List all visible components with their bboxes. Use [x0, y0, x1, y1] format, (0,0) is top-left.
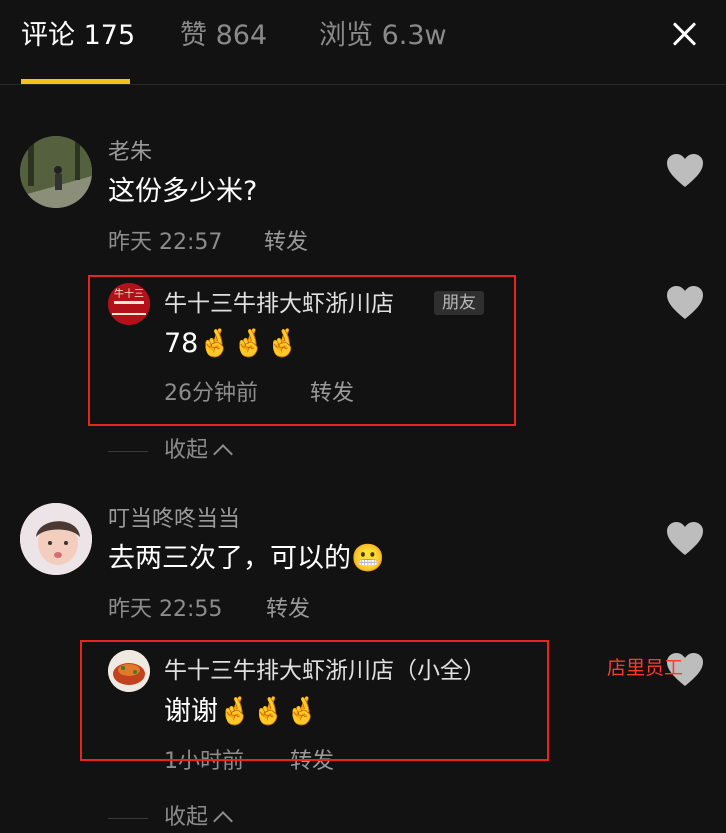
tabs-divider: [0, 84, 726, 85]
avatar[interactable]: [20, 136, 92, 208]
comment-text: 这份多少米?: [108, 176, 258, 207]
like-heart-icon[interactable]: [666, 521, 704, 557]
collapse-divider: [108, 818, 148, 819]
collapse-divider: [108, 451, 148, 452]
collapse-label: 收起: [164, 438, 209, 463]
comment-time: 昨天 22:55: [108, 597, 223, 622]
comment-tabs: 评论 175 赞 864 浏览 6.3w: [0, 0, 726, 84]
tab-comments[interactable]: 评论 175: [21, 18, 135, 54]
collapse-replies-button[interactable]: 收起: [164, 804, 233, 832]
like-heart-icon[interactable]: [666, 285, 704, 321]
forward-button[interactable]: 转发: [266, 596, 310, 624]
forward-button[interactable]: 转发: [264, 229, 308, 257]
comment-text: 去两三次了，可以的😬: [108, 543, 385, 574]
highlight-box: [80, 640, 549, 761]
comment-author[interactable]: 叮当咚咚当当: [108, 506, 240, 534]
highlight-box: [88, 275, 516, 426]
close-icon[interactable]: [668, 18, 700, 50]
chevron-up-icon: [213, 811, 233, 831]
avatar[interactable]: [20, 503, 92, 575]
tab-likes[interactable]: 赞 864: [180, 18, 267, 54]
collapse-label: 收起: [164, 805, 209, 830]
like-heart-icon[interactable]: [666, 153, 704, 189]
comment-author[interactable]: 老朱: [108, 139, 152, 167]
collapse-replies-button[interactable]: 收起: [164, 437, 233, 465]
comment-time: 昨天 22:57: [108, 230, 223, 255]
tab-views[interactable]: 浏览 6.3w: [319, 18, 447, 54]
annotation-label: 店里员工: [607, 657, 684, 679]
chevron-up-icon: [213, 444, 233, 464]
